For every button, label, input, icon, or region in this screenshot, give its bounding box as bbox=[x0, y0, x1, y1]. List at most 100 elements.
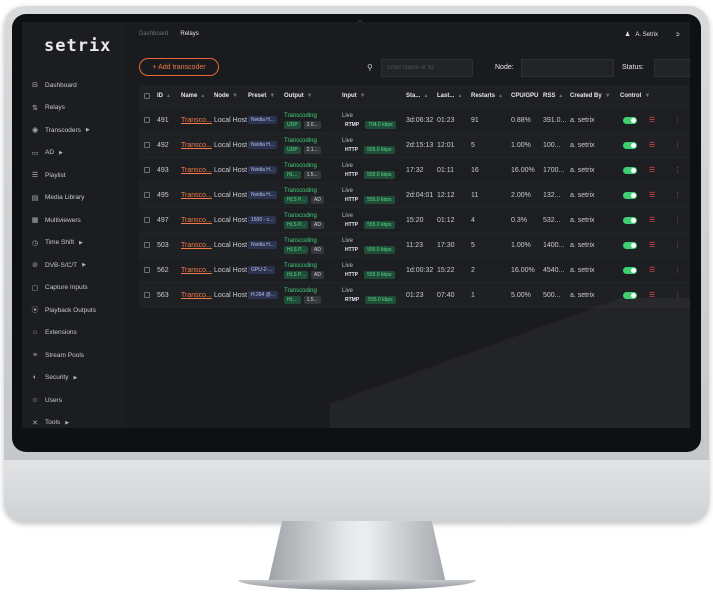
more-options-icon[interactable]: ⋮ bbox=[674, 233, 681, 257]
col-name[interactable]: Name ▲ bbox=[181, 85, 205, 107]
list-icon[interactable]: ☰ bbox=[649, 283, 655, 307]
more-options-icon[interactable]: ⋮ bbox=[674, 108, 681, 132]
logout-icon[interactable]: ➲ bbox=[675, 31, 680, 38]
expand-caret-icon[interactable]: ▶ bbox=[65, 420, 69, 426]
expand-caret-icon[interactable]: ▶ bbox=[59, 150, 63, 156]
row-checkbox[interactable] bbox=[144, 183, 150, 207]
breadcrumb-dashboard[interactable]: Dashboard bbox=[139, 31, 168, 37]
sidebar-item-capture-inputs[interactable]: ▢ Capture Inputs bbox=[22, 277, 125, 300]
cell-name[interactable]: Transco... bbox=[181, 183, 212, 207]
col-last[interactable]: Last... ▲ bbox=[437, 85, 462, 107]
col-node[interactable]: Node ▼ bbox=[214, 85, 238, 107]
table-row[interactable]: 493 Transco... Local Host Nvidia H... Transc… bbox=[139, 158, 690, 183]
table-row[interactable]: 491 Transco... Local Host Nvidia H... Transc… bbox=[139, 108, 690, 133]
row-checkbox[interactable] bbox=[144, 258, 150, 282]
col-output[interactable]: Output ▼ bbox=[284, 85, 313, 107]
table-row[interactable]: 492 Transco... Local Host Nvidia H... Transc… bbox=[139, 133, 690, 158]
sidebar-item-tools[interactable]: ✕ Tools ▶ bbox=[22, 412, 125, 429]
expand-caret-icon[interactable]: ▶ bbox=[73, 375, 77, 381]
transcoder-name-link[interactable]: Transco... bbox=[181, 267, 212, 274]
control-toggle[interactable] bbox=[623, 233, 637, 257]
col-restarts[interactable]: Restarts ▲ bbox=[471, 85, 503, 107]
table-row[interactable]: 563 Transco... Local Host H.264 @... Transco… bbox=[139, 283, 690, 308]
select-all-checkbox[interactable] bbox=[144, 85, 150, 107]
col-created-by[interactable]: Created By ▼ bbox=[570, 85, 611, 107]
sidebar-item-relays[interactable]: ⇅ Relays bbox=[22, 97, 125, 120]
cell-name[interactable]: Transco... bbox=[181, 133, 212, 157]
control-toggle[interactable] bbox=[623, 108, 637, 132]
cell-name[interactable]: Transco... bbox=[181, 208, 212, 232]
control-toggle[interactable] bbox=[623, 258, 637, 282]
more-options-icon[interactable]: ⋮ bbox=[674, 258, 681, 282]
sidebar-item-stream-pools[interactable]: ≡ Stream Pools bbox=[22, 344, 125, 367]
table-row[interactable]: 503 Transco... Local Host Nvidia H... Transc… bbox=[139, 233, 690, 258]
row-checkbox[interactable] bbox=[144, 133, 150, 157]
row-checkbox[interactable] bbox=[144, 208, 150, 232]
transcoder-name-link[interactable]: Transco... bbox=[181, 192, 212, 199]
list-icon[interactable]: ☰ bbox=[649, 108, 655, 132]
more-options-icon[interactable]: ⋮ bbox=[674, 283, 681, 307]
control-toggle[interactable] bbox=[623, 208, 637, 232]
sidebar-item-time-shift[interactable]: ◷ Time Shift ▶ bbox=[22, 232, 125, 255]
table-row[interactable]: 497 Transco... Local Host 1500 - c... Transc… bbox=[139, 208, 690, 233]
sidebar-item-ad[interactable]: ▭ AD ▶ bbox=[22, 142, 125, 165]
list-icon[interactable]: ☰ bbox=[649, 208, 655, 232]
col-preset[interactable]: Preset ▼ bbox=[248, 85, 275, 107]
transcoder-name-link[interactable]: Transco... bbox=[181, 217, 212, 224]
sidebar-item-users[interactable]: ☺ Users bbox=[22, 389, 125, 412]
cell-name[interactable]: Transco... bbox=[181, 158, 212, 182]
node-filter-input[interactable] bbox=[521, 59, 614, 77]
add-transcoder-button[interactable]: + Add transcoder bbox=[139, 58, 219, 76]
row-checkbox[interactable] bbox=[144, 233, 150, 257]
control-toggle[interactable] bbox=[623, 183, 637, 207]
control-toggle[interactable] bbox=[623, 133, 637, 157]
cell-name[interactable]: Transco... bbox=[181, 233, 212, 257]
list-icon[interactable]: ☰ bbox=[649, 158, 655, 182]
sidebar-item-dashboard[interactable]: ⊟ Dashboard bbox=[22, 74, 125, 97]
transcoder-name-link[interactable]: Transco... bbox=[181, 117, 212, 124]
control-toggle[interactable] bbox=[623, 283, 637, 307]
row-checkbox[interactable] bbox=[144, 283, 150, 307]
transcoder-name-link[interactable]: Transco... bbox=[181, 167, 212, 174]
list-icon[interactable]: ☰ bbox=[649, 133, 655, 157]
expand-caret-icon[interactable]: ▶ bbox=[86, 127, 90, 133]
sidebar-item-media-library[interactable]: ▤ Media Library bbox=[22, 187, 125, 210]
row-checkbox[interactable] bbox=[144, 158, 150, 182]
more-options-icon[interactable]: ⋮ bbox=[674, 208, 681, 232]
expand-caret-icon[interactable]: ▶ bbox=[82, 262, 86, 268]
app-logo[interactable]: setrix bbox=[44, 36, 111, 56]
transcoder-name-link[interactable]: Transco... bbox=[181, 142, 212, 149]
row-checkbox[interactable] bbox=[144, 108, 150, 132]
sidebar-item-playlist[interactable]: ☰ Playlist bbox=[22, 164, 125, 187]
transcoder-name-link[interactable]: Transco... bbox=[181, 292, 212, 299]
control-toggle[interactable] bbox=[623, 158, 637, 182]
more-options-icon[interactable]: ⋮ bbox=[674, 133, 681, 157]
table-row[interactable]: 562 Transco... Local Host GPU-2-... Transcod… bbox=[139, 258, 690, 283]
sidebar-item-playback-outputs[interactable]: ⦿ Playback Outputs bbox=[22, 299, 125, 322]
list-icon[interactable]: ☰ bbox=[649, 258, 655, 282]
col-input[interactable]: Input ▼ bbox=[342, 85, 366, 107]
cell-name[interactable]: Transco... bbox=[181, 108, 212, 132]
col-cpu[interactable]: CPU/GPU bbox=[511, 85, 538, 107]
col-status[interactable]: Sta... ▲ bbox=[406, 85, 428, 107]
sidebar-item-security[interactable]: ◐ Security ▶ bbox=[22, 367, 125, 390]
col-id[interactable]: ID ▲ bbox=[157, 85, 171, 107]
table-row[interactable]: 495 Transco... Local Host Nvidia H... Transc… bbox=[139, 183, 690, 208]
sidebar-item-transcoders[interactable]: ◉ Transcoders ▶ bbox=[22, 119, 125, 142]
search-input[interactable] bbox=[381, 59, 473, 77]
col-control[interactable]: Control ▼ bbox=[620, 85, 650, 107]
cell-name[interactable]: Transco... bbox=[181, 258, 212, 282]
col-rss[interactable]: RSS ▲ bbox=[543, 85, 563, 107]
transcoder-name-link[interactable]: Transco... bbox=[181, 242, 212, 249]
status-filter-input[interactable] bbox=[654, 59, 690, 77]
sidebar-item-multiviewers[interactable]: ▦ Multiviewers bbox=[22, 209, 125, 232]
sidebar-item-extensions[interactable]: ⌂ Extensions bbox=[22, 322, 125, 345]
list-icon[interactable]: ☰ bbox=[649, 183, 655, 207]
sidebar-item-dvb-s-c-t[interactable]: ⊘ DVB-S/C/T ▶ bbox=[22, 254, 125, 277]
user-menu[interactable]: ♟ A. Setrix bbox=[625, 31, 658, 38]
more-options-icon[interactable]: ⋮ bbox=[674, 183, 681, 207]
list-icon[interactable]: ☰ bbox=[649, 233, 655, 257]
more-options-icon[interactable]: ⋮ bbox=[674, 158, 681, 182]
cell-name[interactable]: Transco... bbox=[181, 283, 212, 307]
expand-caret-icon[interactable]: ▶ bbox=[79, 240, 83, 246]
